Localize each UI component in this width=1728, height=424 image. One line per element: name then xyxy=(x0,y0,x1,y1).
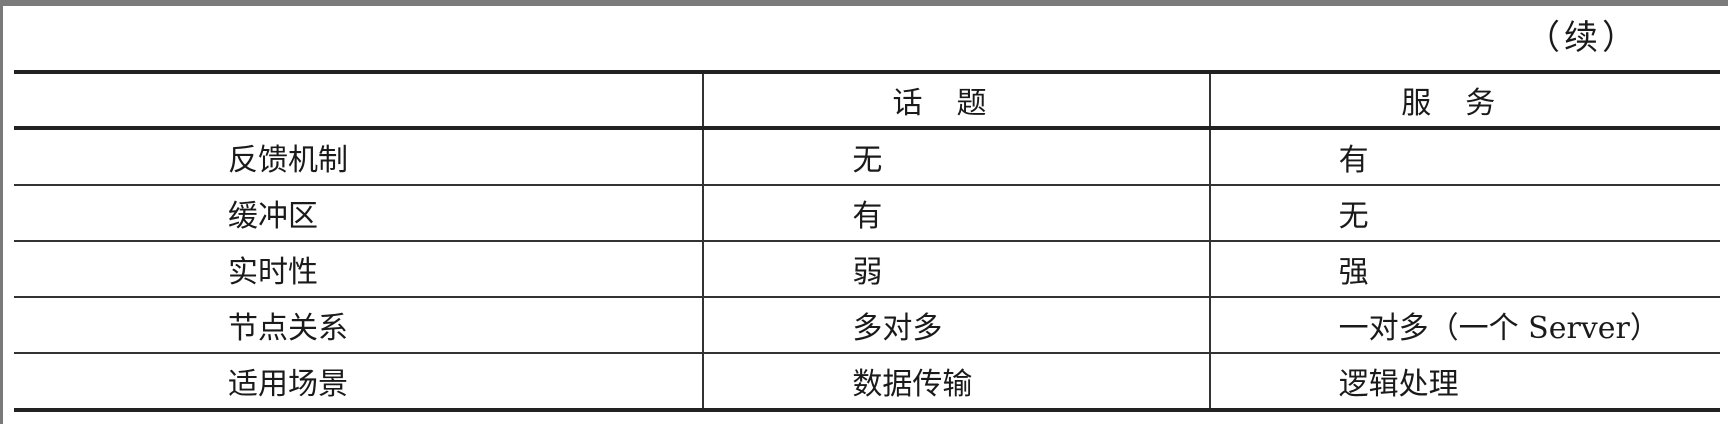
row-label: 反馈机制 xyxy=(228,143,348,178)
table-row: 反馈机制 无 有 xyxy=(14,128,1720,185)
topic-cell: 多对多 xyxy=(702,296,1210,353)
header-cell-service: 服务 xyxy=(1208,70,1720,130)
table-row: 适用场景 数据传输 逻辑处理 xyxy=(14,352,1720,412)
row-label: 缓冲区 xyxy=(14,184,704,241)
service-cell: 有 xyxy=(1208,128,1720,185)
topic-cell: 弱 xyxy=(702,240,1210,297)
topic-cell: 无 xyxy=(702,128,1210,185)
table-header-row: 话题 服务 xyxy=(14,70,1720,130)
continued-label: （续） xyxy=(1526,18,1640,58)
page-left-border xyxy=(0,0,3,424)
header-cell-topic: 话题 xyxy=(702,70,1210,130)
header-cell-empty xyxy=(14,70,704,130)
row-label: 实时性 xyxy=(14,240,704,297)
topic-cell: 数据传输 xyxy=(702,352,1210,412)
service-cell: 强 xyxy=(1208,240,1720,297)
page-top-border xyxy=(0,0,1728,6)
comparison-table: 话题 服务 反馈机制 无 有 缓冲区 有 无 实时性 弱 强 节点关系 多对多 … xyxy=(14,70,1720,412)
row-label: 适用场景 xyxy=(14,352,704,412)
service-cell: 逻辑处理 xyxy=(1208,352,1720,412)
table-row: 缓冲区 有 无 xyxy=(14,184,1720,241)
topic-cell: 有 xyxy=(702,184,1210,241)
service-cell: 无 xyxy=(1208,184,1720,241)
table-row: 节点关系 多对多 一对多（一个 Server） xyxy=(14,296,1720,353)
table-row: 实时性 弱 强 xyxy=(14,240,1720,297)
row-label: 节点关系 xyxy=(14,296,704,353)
service-cell: 一对多（一个 Server） xyxy=(1208,296,1720,353)
